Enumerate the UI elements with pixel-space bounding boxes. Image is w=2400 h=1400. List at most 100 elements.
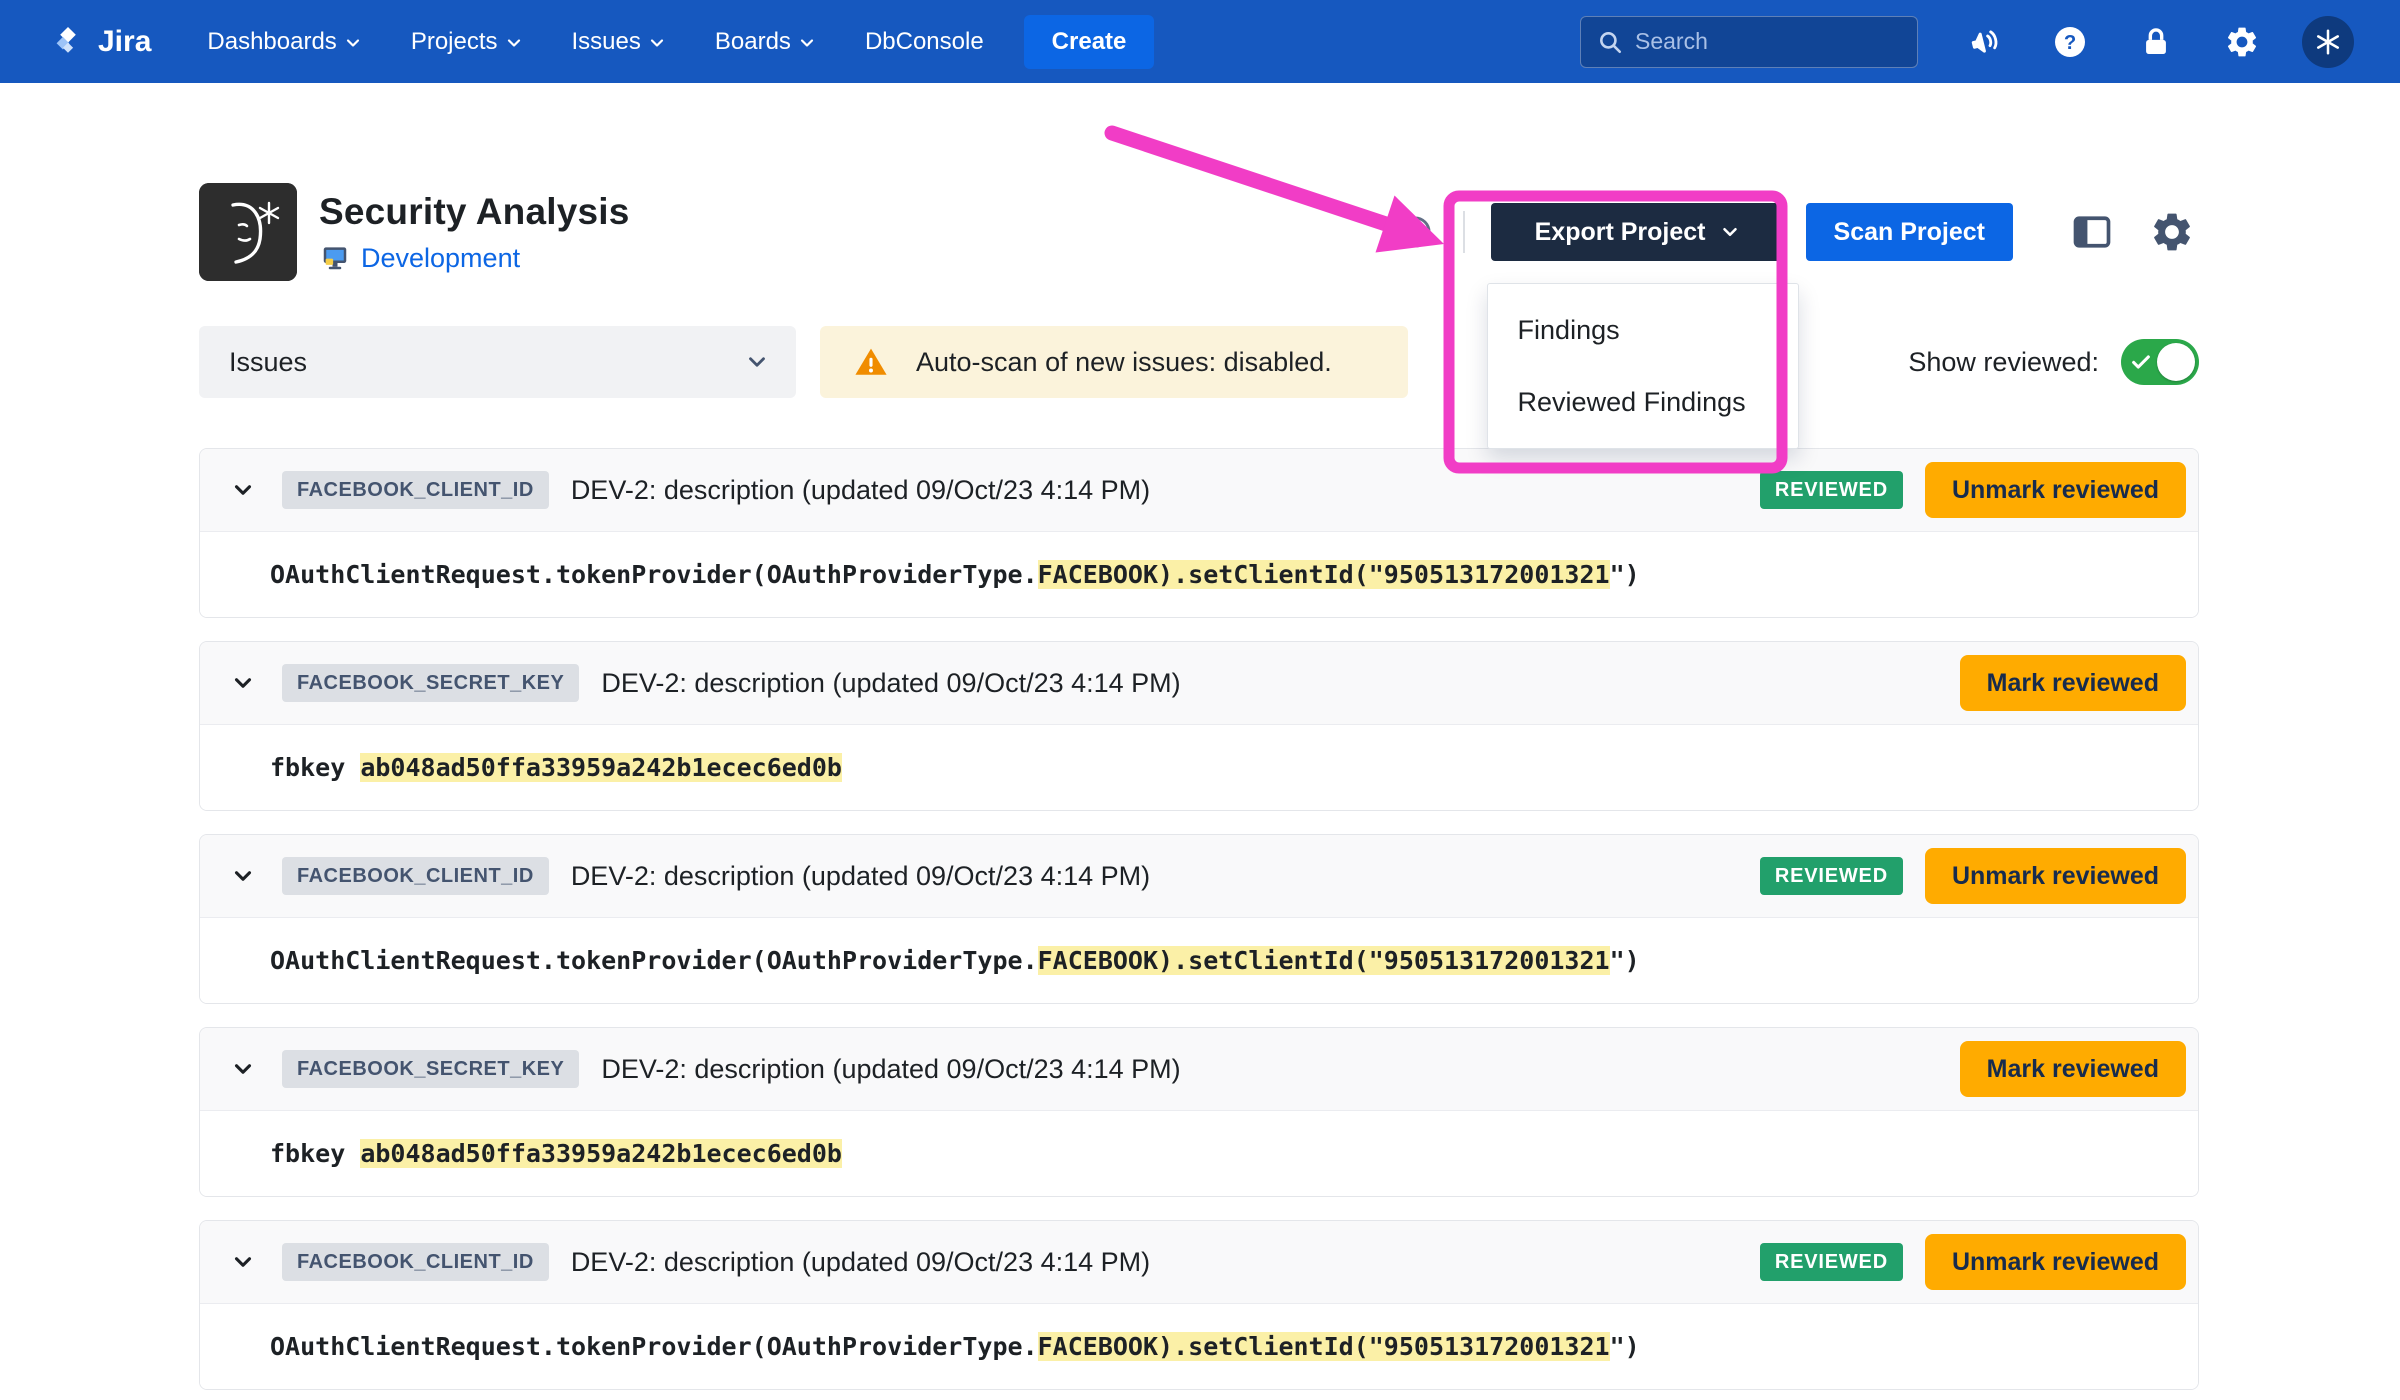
reviewed-status-badge: REVIEWED [1760,1243,1903,1281]
export-project-button[interactable]: Export Project [1491,203,1786,261]
nav-item-projects[interactable]: Projects [411,28,524,56]
mark-reviewed-button[interactable]: Mark reviewed [1960,655,2186,711]
scan-project-button[interactable]: Scan Project [1806,203,2013,261]
check-icon [2130,351,2152,373]
issues-filter-select[interactable]: Issues [199,326,796,398]
collapse-chevron-icon[interactable] [230,670,256,696]
chevron-down-icon [343,33,363,53]
jira-logo-icon [50,24,86,60]
export-dropdown-menu: Findings Reviewed Findings [1487,283,1799,449]
finding-type-badge: FACEBOOK_CLIENT_ID [282,857,549,895]
menu-item-reviewed-findings[interactable]: Reviewed Findings [1488,366,1798,438]
code-post: ") [1610,560,1640,589]
header-actions: Export Project Findings Reviewed Finding… [1393,203,2199,261]
help-button[interactable]: ? [2044,16,2096,68]
menu-item-findings[interactable]: Findings [1488,294,1798,366]
finding-actions: REVIEWED Unmark reviewed [1760,1234,2186,1290]
chevron-down-icon [744,349,770,375]
vertical-divider [1463,211,1465,253]
question-mark-icon: ? [2052,24,2088,60]
workstation-icon [319,243,351,273]
issues-filter-label: Issues [229,347,307,378]
finding-actions: Mark reviewed [1960,655,2186,711]
nav-item-label: DbConsole [865,28,984,56]
announcements-button[interactable] [1958,16,2010,68]
finding-code: OAuthClientRequest.tokenProvider(OAuthPr… [270,560,1640,589]
show-reviewed-control: Show reviewed: [1908,339,2199,385]
user-avatar[interactable] [2302,16,2354,68]
security-lock-button[interactable] [2130,16,2182,68]
nav-icons: ? [1958,16,2354,68]
detail-view-button[interactable] [2065,205,2119,259]
finding-actions: Mark reviewed [1960,1041,2186,1097]
collapse-chevron-icon[interactable] [230,863,256,889]
code-post: ") [1610,1332,1640,1361]
code-pre: OAuthClientRequest.tokenProvider(OAuthPr… [270,946,1038,975]
collapse-chevron-icon[interactable] [230,1249,256,1275]
mark-reviewed-button[interactable]: Mark reviewed [1960,1041,2186,1097]
info-icon [1397,214,1433,250]
info-button[interactable] [1393,210,1437,254]
admin-settings-button[interactable] [2216,16,2268,68]
search-icon [1597,29,1623,55]
project-avatar-art [199,183,297,281]
show-reviewed-toggle[interactable] [2121,339,2199,385]
reviewed-status-badge: REVIEWED [1760,857,1903,895]
search-box[interactable] [1580,16,1918,68]
page-settings-button[interactable] [2145,205,2199,259]
create-button[interactable]: Create [1024,15,1155,69]
nav-item-label: Boards [715,28,791,56]
nav-item-label: Projects [411,28,498,56]
chevron-down-icon [647,33,667,53]
toolbar: Issues Auto-scan of new issues: disabled… [199,326,2199,398]
finding-header: FACEBOOK_CLIENT_ID DEV-2: description (u… [200,835,2198,917]
finding-code: OAuthClientRequest.tokenProvider(OAuthPr… [270,1332,1640,1361]
warning-text: Auto-scan of new issues: disabled. [916,347,1332,378]
chevron-down-icon [504,33,524,53]
nav-menu: Dashboards Projects Issues Boards DbCons… [207,28,983,56]
brand-name: Jira [98,25,151,59]
chevron-down-icon [1719,221,1741,243]
project-subtitle: Development [319,243,630,274]
svg-text:?: ? [2064,31,2076,53]
unmark-reviewed-button[interactable]: Unmark reviewed [1925,462,2186,518]
finding-header: FACEBOOK_CLIENT_ID DEV-2: description (u… [200,1221,2198,1303]
code-pre: fbkey [270,1139,360,1168]
nav-item-boards[interactable]: Boards [715,28,817,56]
nav-item-label: Issues [572,28,641,56]
finding-type-badge: FACEBOOK_CLIENT_ID [282,471,549,509]
finding-type-badge: FACEBOOK_SECRET_KEY [282,664,579,702]
search-input[interactable] [1635,28,1901,55]
code-highlight: FACEBOOK).setClientId("950513172001321 [1038,1332,1610,1361]
finding-card: FACEBOOK_CLIENT_ID DEV-2: description (u… [199,448,2199,618]
avatar-snowflake-icon [2313,27,2343,57]
finding-body: fbkey ab048ad50ffa33959a242b1ecec6ed0b [200,1110,2198,1196]
code-pre: OAuthClientRequest.tokenProvider(OAuthPr… [270,1332,1038,1361]
unmark-reviewed-button[interactable]: Unmark reviewed [1925,848,2186,904]
finding-body: OAuthClientRequest.tokenProvider(OAuthPr… [200,1303,2198,1389]
jira-logo[interactable]: Jira [50,24,151,60]
gear-icon [2149,209,2195,255]
code-post: ") [1610,946,1640,975]
top-nav: Jira Dashboards Projects Issues Boards D… [0,0,2400,83]
collapse-chevron-icon[interactable] [230,1056,256,1082]
finding-actions: REVIEWED Unmark reviewed [1760,462,2186,518]
finding-header: FACEBOOK_SECRET_KEY DEV-2: description (… [200,642,2198,724]
finding-card: FACEBOOK_SECRET_KEY DEV-2: description (… [199,1027,2199,1197]
nav-item-issues[interactable]: Issues [572,28,667,56]
title-block: Security Analysis Development [319,191,630,274]
finding-title: DEV-2: description (updated 09/Oct/23 4:… [571,1247,1150,1278]
toggle-knob [2157,343,2195,381]
finding-card: FACEBOOK_SECRET_KEY DEV-2: description (… [199,641,2199,811]
nav-item-dbconsole[interactable]: DbConsole [865,28,984,56]
gear-icon [2224,24,2260,60]
finding-code: fbkey ab048ad50ffa33959a242b1ecec6ed0b [270,1139,842,1168]
nav-item-dashboards[interactable]: Dashboards [207,28,362,56]
finding-title: DEV-2: description (updated 09/Oct/23 4:… [601,1054,1180,1085]
unmark-reviewed-button[interactable]: Unmark reviewed [1925,1234,2186,1290]
lock-icon [2139,25,2173,59]
collapse-chevron-icon[interactable] [230,477,256,503]
project-link[interactable]: Development [361,243,520,274]
finding-type-badge: FACEBOOK_SECRET_KEY [282,1050,579,1088]
finding-card: FACEBOOK_CLIENT_ID DEV-2: description (u… [199,1220,2199,1390]
